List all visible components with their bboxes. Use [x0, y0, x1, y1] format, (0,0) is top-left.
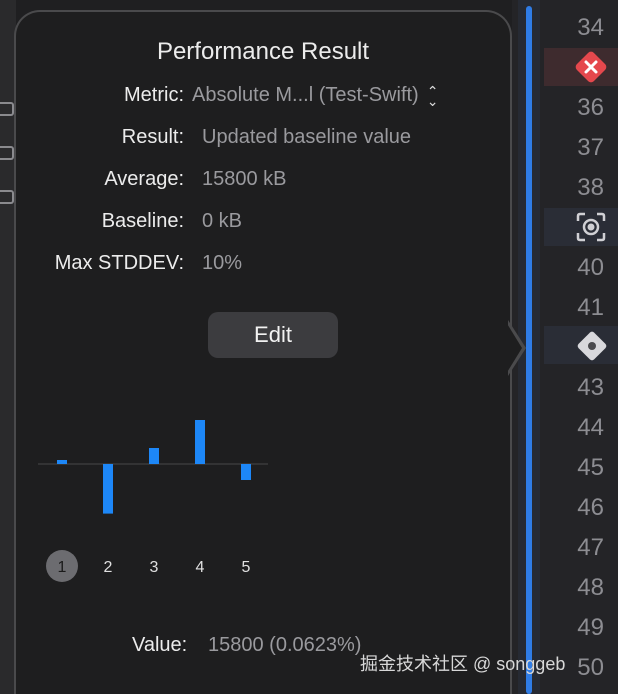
chart-run-label[interactable]: 2 [104, 559, 113, 576]
chart-bar[interactable] [195, 420, 205, 464]
edit-button[interactable]: Edit [208, 312, 338, 358]
chart-bar[interactable] [103, 464, 113, 514]
diamond-icon[interactable] [574, 328, 610, 364]
chevron-updown-icon: ⌃ ⌄ [426, 82, 439, 109]
baseline-row: Baseline: 0 kB [16, 210, 510, 240]
error-x-icon[interactable] [574, 50, 608, 84]
value-readout: 15800 (0.0623%) [208, 634, 362, 656]
line-number: 45 [577, 454, 604, 481]
line-number: 43 [577, 374, 604, 401]
chart-bar[interactable] [149, 448, 159, 464]
watermark: 掘金技术社区 @ songgeb [360, 654, 566, 674]
average-row: Average: 15800 kB [16, 168, 510, 198]
line-number: 34 [577, 14, 604, 41]
baseline-value: 0 kB [202, 210, 243, 232]
chart-bar[interactable] [57, 460, 67, 464]
line-number: 49 [577, 614, 604, 641]
bg-file-icon [0, 146, 14, 160]
scrollbar-thumb[interactable] [526, 6, 532, 694]
line-number: 47 [577, 534, 604, 561]
bg-file-icon [0, 190, 14, 204]
line-number: 37 [577, 134, 604, 161]
max-stddev-value: 10% [202, 252, 243, 274]
record-icon[interactable] [574, 210, 608, 244]
baseline-label: Baseline: [101, 210, 184, 232]
chart-run-label[interactable]: 1 [58, 559, 67, 576]
popover-pointer-fill [506, 322, 522, 374]
metric-label: Metric: [124, 84, 184, 106]
chart-bar[interactable] [241, 464, 251, 480]
line-number: 38 [577, 174, 604, 201]
line-number: 40 [577, 254, 604, 281]
average-label: Average: [104, 168, 184, 190]
result-value: Updated baseline value [202, 126, 412, 148]
line-number: 41 [577, 294, 604, 321]
chart-run-label[interactable]: 4 [196, 559, 205, 576]
line-number: 48 [577, 574, 604, 601]
chart-run-label[interactable]: 5 [242, 559, 251, 576]
average-value: 15800 kB [202, 168, 287, 190]
value-label: Value: [132, 634, 188, 656]
results-bar-chart: 1 2 3 4 5 [38, 420, 268, 582]
bg-file-icon [0, 102, 14, 116]
metric-select[interactable]: Absolute M...l (Test-Swift) ⌃ ⌄ [192, 82, 439, 109]
max-stddev-label: Max STDDEV: [54, 252, 184, 274]
line-number: 36 [577, 94, 604, 121]
chart-run-label[interactable]: 3 [150, 559, 159, 576]
performance-result-popover: Performance Result Metric: Absolute M...… [14, 10, 512, 694]
metric-row: Metric: Absolute M...l (Test-Swift) ⌃ ⌄ [16, 84, 510, 114]
max-stddev-row: Max STDDEV: 10% [16, 252, 510, 282]
line-number: 44 [577, 414, 604, 441]
line-number: 46 [577, 494, 604, 521]
popover-title: Performance Result [156, 38, 370, 65]
metric-value: Absolute M...l (Test-Swift) [192, 84, 419, 106]
result-row: Result: Updated baseline value [16, 126, 510, 156]
result-label: Result: [121, 126, 184, 148]
